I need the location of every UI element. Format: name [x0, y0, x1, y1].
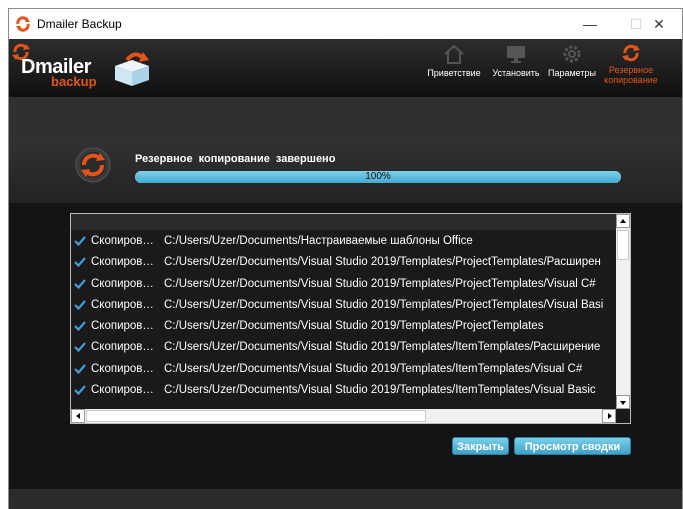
vertical-scroll-thumb[interactable]: [617, 230, 629, 260]
close-button[interactable]: Закрыть: [452, 437, 509, 455]
item-path: C:/Users/Uzer/Documents/Visual Studio 20…: [164, 298, 604, 311]
list-item[interactable]: Скопиров… C:/Users/Uzer/Documents/Настраи…: [71, 232, 616, 253]
item-status: Скопиров…: [91, 235, 154, 247]
item-path: C:/Users/Uzer/Documents/Настраиваемые ша…: [164, 235, 473, 247]
scroll-left-arrow[interactable]: [71, 409, 85, 423]
item-path: C:/Users/Uzer/Documents/Visual Studio 20…: [164, 384, 596, 397]
list-header: [71, 214, 616, 230]
list-item[interactable]: Скопиров… C:/Users/Uzer/Documents/Visual …: [71, 338, 616, 359]
vertical-scrollbar[interactable]: [616, 214, 630, 409]
nav-welcome-label: Приветствие: [427, 68, 481, 78]
close-window-button[interactable]: ✕: [636, 9, 682, 39]
minimize-button[interactable]: —: [567, 9, 613, 39]
dmailer-app-icon: [16, 16, 30, 32]
checkmark-icon: [74, 321, 86, 332]
scroll-down-arrow[interactable]: [616, 395, 630, 409]
nav-install[interactable]: Установить: [487, 43, 545, 97]
dmailer-logo: Dmailer backup: [11, 42, 161, 94]
list-item[interactable]: Скопиров… C:/Users/Uzer/Documents/Visual …: [71, 275, 616, 296]
toolbar-band: [9, 97, 682, 137]
box-icon: [115, 52, 149, 86]
scroll-up-arrow[interactable]: [616, 214, 630, 228]
nav-backup-label-1: Резервное: [608, 65, 654, 75]
progress-percent: 100%: [365, 171, 391, 182]
list-item[interactable]: Скопиров… C:/Users/Uzer/Documents/Visual …: [71, 296, 616, 317]
backup-status-icon: [75, 147, 111, 183]
item-path: C:/Users/Uzer/Documents/Visual Studio 20…: [164, 320, 544, 333]
nav-settings-label: Параметры: [548, 68, 596, 78]
status-panel: Резервное копирование завершено 100%: [9, 137, 682, 203]
monitor-icon: [507, 46, 525, 63]
item-status: Скопиров…: [91, 384, 154, 397]
app-header: Dmailer backup Приветствие Установить Па…: [9, 39, 682, 97]
list-item[interactable]: Скопиров… C:/Users/Uzer/Documents/Visual …: [71, 381, 616, 402]
checkmark-icon: [74, 257, 86, 268]
checkmark-icon: [74, 385, 86, 396]
nav-welcome[interactable]: Приветствие: [425, 43, 483, 97]
nav-backup-label-2: копирование: [604, 75, 658, 85]
home-icon: [444, 44, 464, 64]
status-message: Резервное копирование завершено: [135, 153, 336, 165]
list-item[interactable]: Скопиров… C:/Users/Uzer/Documents/Visual …: [71, 360, 616, 381]
nav-install-label: Установить: [492, 68, 540, 78]
checkmark-icon: [74, 300, 86, 311]
scroll-right-arrow[interactable]: [602, 409, 616, 423]
list-rows[interactable]: Скопиров… C:/Users/Uzer/Documents/Настраи…: [71, 232, 616, 410]
item-status: Скопиров…: [91, 298, 154, 311]
item-path: C:/Users/Uzer/Documents/Visual Studio 20…: [164, 277, 596, 290]
item-path: C:/Users/Uzer/Documents/Visual Studio 20…: [164, 362, 583, 375]
nav-backup[interactable]: Резервное копирование: [601, 43, 661, 97]
horizontal-scrollbar[interactable]: [71, 409, 616, 423]
item-path: C:/Users/Uzer/Documents/Visual Studio 20…: [164, 341, 601, 354]
checkmark-icon: [74, 278, 86, 289]
item-status: Скопиров…: [91, 277, 154, 290]
checkmark-icon: [74, 342, 86, 353]
item-status: Скопиров…: [91, 362, 154, 375]
footer-bar: [9, 489, 682, 509]
list-item[interactable]: Скопиров… C:/Users/Uzer/Documents/Visual …: [71, 253, 616, 274]
checkmark-icon: [74, 236, 86, 247]
gear-icon: [563, 45, 581, 63]
file-list[interactable]: Скопиров… C:/Users/Uzer/Documents/Настраи…: [70, 213, 631, 424]
logo-sub: backup: [51, 74, 97, 89]
item-status: Скопиров…: [91, 341, 154, 354]
app-window: Dmailer Backup — ☐ ✕ Dmailer backup Прив…: [8, 8, 683, 509]
view-summary-button[interactable]: Просмотр сводки: [514, 437, 631, 455]
title-bar: Dmailer Backup — ☐ ✕: [9, 9, 682, 39]
progress-bar: 100%: [135, 171, 621, 183]
backup-arrows-icon: [622, 44, 640, 62]
checkmark-icon: [74, 364, 86, 374]
window-title: Dmailer Backup: [37, 17, 122, 31]
item-status: Скопиров…: [91, 320, 154, 333]
nav-settings[interactable]: Параметры: [545, 43, 599, 97]
main-content: Скопиров… C:/Users/Uzer/Documents/Настраи…: [9, 203, 682, 489]
item-status: Скопиров…: [91, 256, 154, 269]
list-item[interactable]: Скопиров… C:/Users/Uzer/Documents/Visual …: [71, 317, 616, 338]
item-path: C:/Users/Uzer/Documents/Visual Studio 20…: [164, 256, 601, 269]
horizontal-scroll-thumb[interactable]: [86, 410, 426, 422]
